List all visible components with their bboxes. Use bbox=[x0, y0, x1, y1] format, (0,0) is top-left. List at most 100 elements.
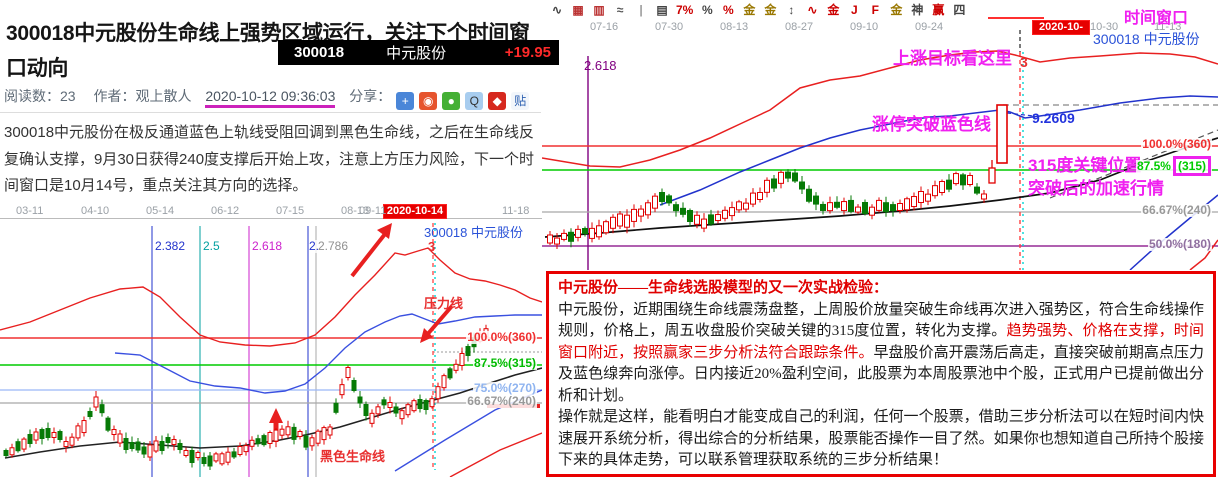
x-axis-label: 03-11 bbox=[16, 205, 43, 217]
commentary-highlight: 中元股份——生命线选股模型的又一次实战检验： bbox=[558, 280, 888, 296]
candlestick bbox=[723, 210, 728, 218]
commentary-text: 操作就是这样，能看明白才能变成自己的利润，任何一个股票，借助三步分析法可以在短时… bbox=[558, 409, 1204, 468]
toolbar-icon-6[interactable]: 7% bbox=[676, 3, 693, 17]
tieba-icon[interactable]: 贴 bbox=[511, 92, 529, 110]
x-axis-label: 06-12 bbox=[211, 205, 239, 217]
toolbar-icon-17[interactable]: 神 bbox=[910, 1, 924, 17]
left-chart-x-axis: 2020-10-14 03-1104-1005-1406-1207-1508-1… bbox=[0, 204, 542, 219]
candlestick bbox=[4, 451, 8, 456]
toolbar-icon-3[interactable]: ≈ bbox=[613, 3, 627, 17]
candlestick bbox=[583, 229, 588, 234]
toolbar-icon-2[interactable]: ▥ bbox=[592, 3, 606, 17]
candlestick bbox=[382, 400, 386, 405]
weibo-icon[interactable]: ◉ bbox=[419, 92, 437, 110]
candlestick bbox=[730, 208, 735, 216]
candlestick bbox=[376, 407, 380, 414]
toolbar-icon-16[interactable]: 金 bbox=[889, 1, 903, 17]
candlestick bbox=[34, 432, 38, 440]
toolbar-icon-8[interactable]: % bbox=[721, 3, 735, 17]
ticker-code: 300018 bbox=[294, 44, 344, 61]
toolbar-icon-1[interactable]: ▦ bbox=[571, 3, 585, 17]
x-axis-label: 04-10 bbox=[81, 205, 109, 217]
candlestick bbox=[304, 436, 308, 447]
qq-icon[interactable]: Q bbox=[465, 92, 483, 110]
share-label: 分享： bbox=[349, 88, 391, 104]
candlestick bbox=[232, 452, 236, 457]
toolbar-icon-10[interactable]: 金 bbox=[763, 1, 777, 17]
qzone-icon[interactable]: ◆ bbox=[488, 92, 506, 110]
candlestick bbox=[912, 197, 917, 207]
candlestick bbox=[576, 229, 581, 237]
candlestick bbox=[292, 427, 296, 439]
candlestick bbox=[548, 235, 553, 243]
candlestick bbox=[772, 179, 777, 188]
candlestick bbox=[961, 175, 966, 185]
candlestick bbox=[196, 453, 200, 458]
toolbar-icon-18[interactable]: 赢 bbox=[931, 1, 945, 17]
candlestick bbox=[982, 194, 987, 199]
candlestick bbox=[88, 412, 92, 417]
candlestick bbox=[793, 173, 798, 181]
toolbar-icon-11[interactable]: ↕ bbox=[784, 3, 798, 17]
candlestick bbox=[695, 215, 700, 224]
candlestick bbox=[926, 194, 931, 201]
toolbar-icon-7[interactable]: % bbox=[700, 3, 714, 17]
candlestick bbox=[835, 202, 840, 207]
time-window-label: 时间窗口 bbox=[1124, 4, 1188, 28]
candlestick bbox=[388, 403, 392, 408]
toolbar-icon-4[interactable]: | bbox=[634, 3, 648, 17]
candlestick bbox=[268, 433, 272, 444]
candlestick bbox=[418, 400, 422, 409]
candlestick bbox=[442, 376, 446, 388]
candlestick bbox=[250, 440, 254, 446]
candlestick bbox=[737, 202, 742, 210]
candlestick bbox=[975, 187, 980, 193]
chart-toolbar: ∿▦▥≈|▤7%%%金金↕∿金JF金神赢四 bbox=[546, 1, 1218, 17]
candlestick bbox=[160, 442, 164, 451]
candlestick bbox=[611, 217, 616, 228]
candlestick bbox=[412, 401, 416, 411]
candlestick bbox=[106, 418, 110, 430]
toolbar-icon-19[interactable]: 四 bbox=[952, 1, 966, 17]
candlestick bbox=[555, 238, 560, 244]
candlestick bbox=[238, 447, 242, 455]
candlestick bbox=[124, 439, 128, 450]
candlestick bbox=[466, 347, 470, 356]
candlestick bbox=[352, 381, 356, 391]
candlestick bbox=[334, 403, 338, 412]
candlestick bbox=[370, 413, 374, 423]
candlestick bbox=[394, 407, 398, 413]
candlestick bbox=[891, 205, 896, 211]
candlestick bbox=[274, 430, 278, 441]
toolbar-icon-0[interactable]: ∿ bbox=[550, 3, 564, 17]
candlestick bbox=[646, 203, 651, 215]
candlestick bbox=[430, 399, 434, 407]
wechat-icon[interactable]: ● bbox=[442, 92, 460, 110]
candlestick bbox=[968, 176, 973, 185]
toolbar-icon-15[interactable]: F bbox=[868, 3, 882, 17]
candlestick bbox=[100, 405, 104, 413]
candlestick bbox=[280, 429, 284, 435]
candlestick bbox=[118, 434, 122, 443]
toolbar-icon-13[interactable]: 金 bbox=[826, 1, 840, 17]
toolbar-icon-9[interactable]: 金 bbox=[742, 1, 756, 17]
ticker-name: 中元股份 bbox=[386, 42, 446, 63]
candlestick bbox=[328, 427, 332, 435]
toolbar-icon-12[interactable]: ∿ bbox=[805, 3, 819, 17]
candlestick bbox=[856, 207, 861, 212]
reads-label: 阅读数： bbox=[4, 88, 60, 104]
candlestick bbox=[214, 454, 218, 461]
share-expand-icon[interactable]: + bbox=[396, 92, 414, 110]
toolbar-icon-14[interactable]: J bbox=[847, 3, 861, 17]
candlestick bbox=[28, 435, 32, 444]
candlestick bbox=[569, 232, 574, 241]
reads-count: 23 bbox=[60, 88, 76, 104]
toolbar-icon-5[interactable]: ▤ bbox=[655, 3, 669, 17]
candlestick bbox=[190, 451, 194, 463]
candlestick bbox=[202, 458, 206, 464]
candlestick bbox=[590, 228, 595, 238]
candlestick bbox=[76, 426, 80, 438]
candlestick bbox=[688, 211, 693, 222]
candlestick bbox=[46, 429, 50, 438]
candlestick bbox=[346, 368, 350, 378]
